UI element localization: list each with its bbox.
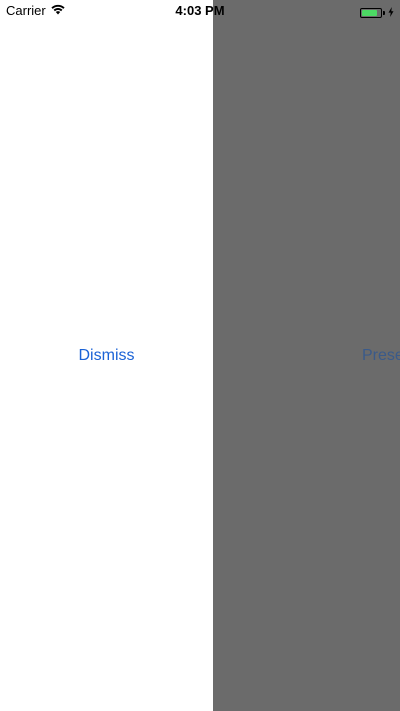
dismiss-button[interactable]: Dismiss: [0, 343, 213, 369]
charging-bolt-icon: [388, 5, 394, 20]
status-time: 4:03 PM: [175, 3, 225, 18]
device-screen: Carrier 4:03 PM Dismiss Prese: [0, 0, 400, 711]
presented-view: Dismiss: [0, 0, 213, 711]
battery-icon: [360, 7, 382, 18]
presenting-view-dimmed: Prese: [213, 0, 400, 711]
battery-level-fill: [362, 9, 378, 16]
status-bar: Carrier 4:03 PM: [0, 0, 400, 22]
battery-cap: [383, 10, 385, 15]
status-right: [360, 5, 394, 20]
present-button[interactable]: Prese: [362, 343, 400, 369]
